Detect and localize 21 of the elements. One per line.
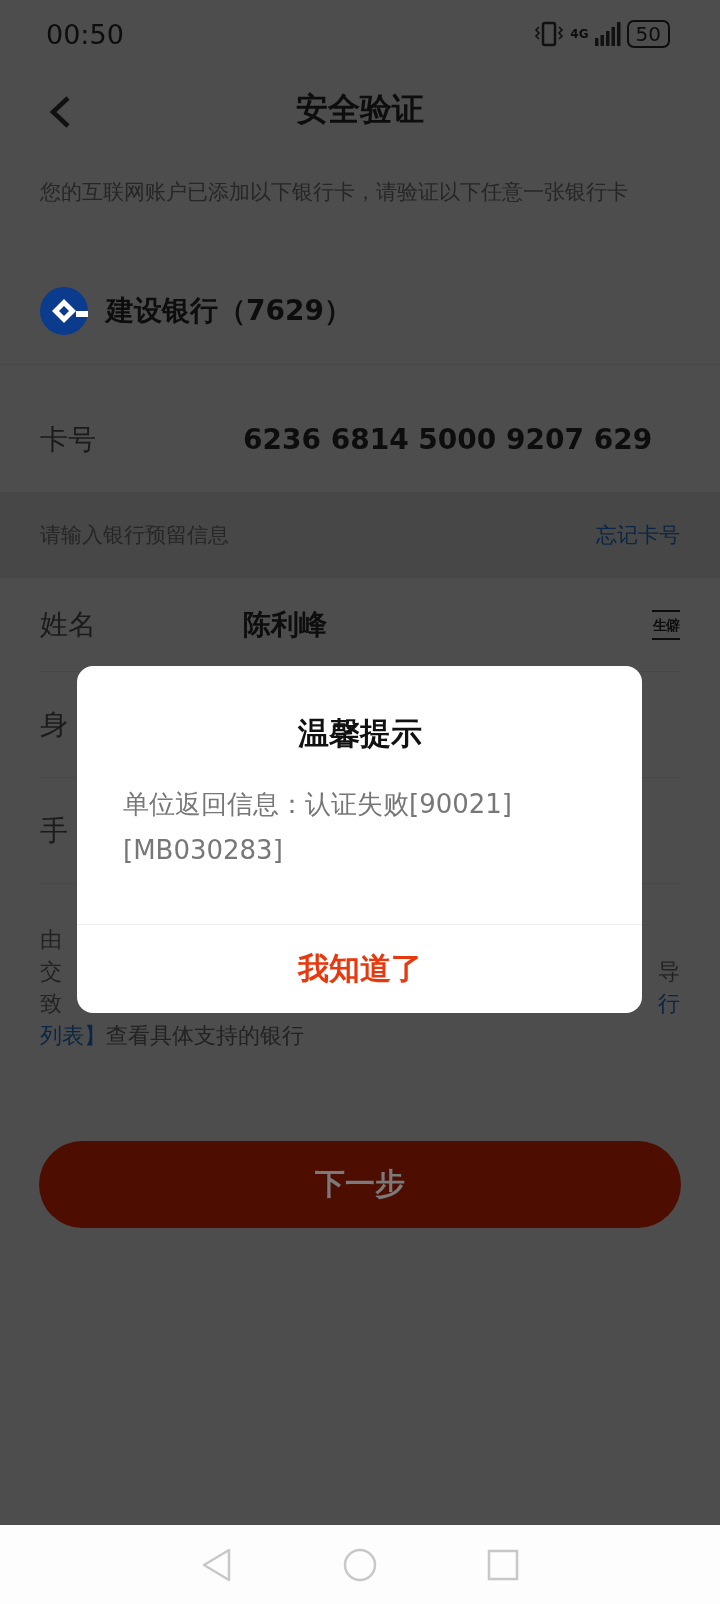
network-type: 4G	[570, 28, 589, 40]
forgot-card-link[interactable]: 忘记卡号	[596, 521, 680, 549]
confirm-button[interactable]: 我知道了	[77, 925, 642, 1013]
bank-logo	[40, 286, 88, 335]
card-number: 6236 6814 5000 9207 629	[243, 423, 654, 456]
back-icon[interactable]	[201, 1547, 233, 1582]
battery-indicator: 50	[626, 20, 670, 48]
recents-icon[interactable]	[487, 1548, 519, 1581]
status-time: 00:50	[46, 18, 124, 50]
bank-list-link[interactable]: 列表】	[40, 1020, 106, 1052]
rare-character-button[interactable]: 生僻	[652, 609, 680, 640]
bank-list-link[interactable]: 行	[658, 988, 680, 1020]
dialog-message: 单位返回信息：认证失败[90021][MB030283]	[122, 788, 513, 867]
next-button[interactable]: 下一步	[39, 1141, 681, 1228]
bank-name: 建设银行（7629）	[106, 292, 352, 329]
dialog-title: 温馨提示	[296, 714, 423, 753]
vibrate-icon	[534, 21, 565, 47]
signal-icon	[594, 22, 621, 46]
page-title: 安全验证	[296, 89, 424, 130]
home-icon[interactable]	[343, 1547, 377, 1582]
name-value: 陈利峰	[243, 606, 328, 643]
